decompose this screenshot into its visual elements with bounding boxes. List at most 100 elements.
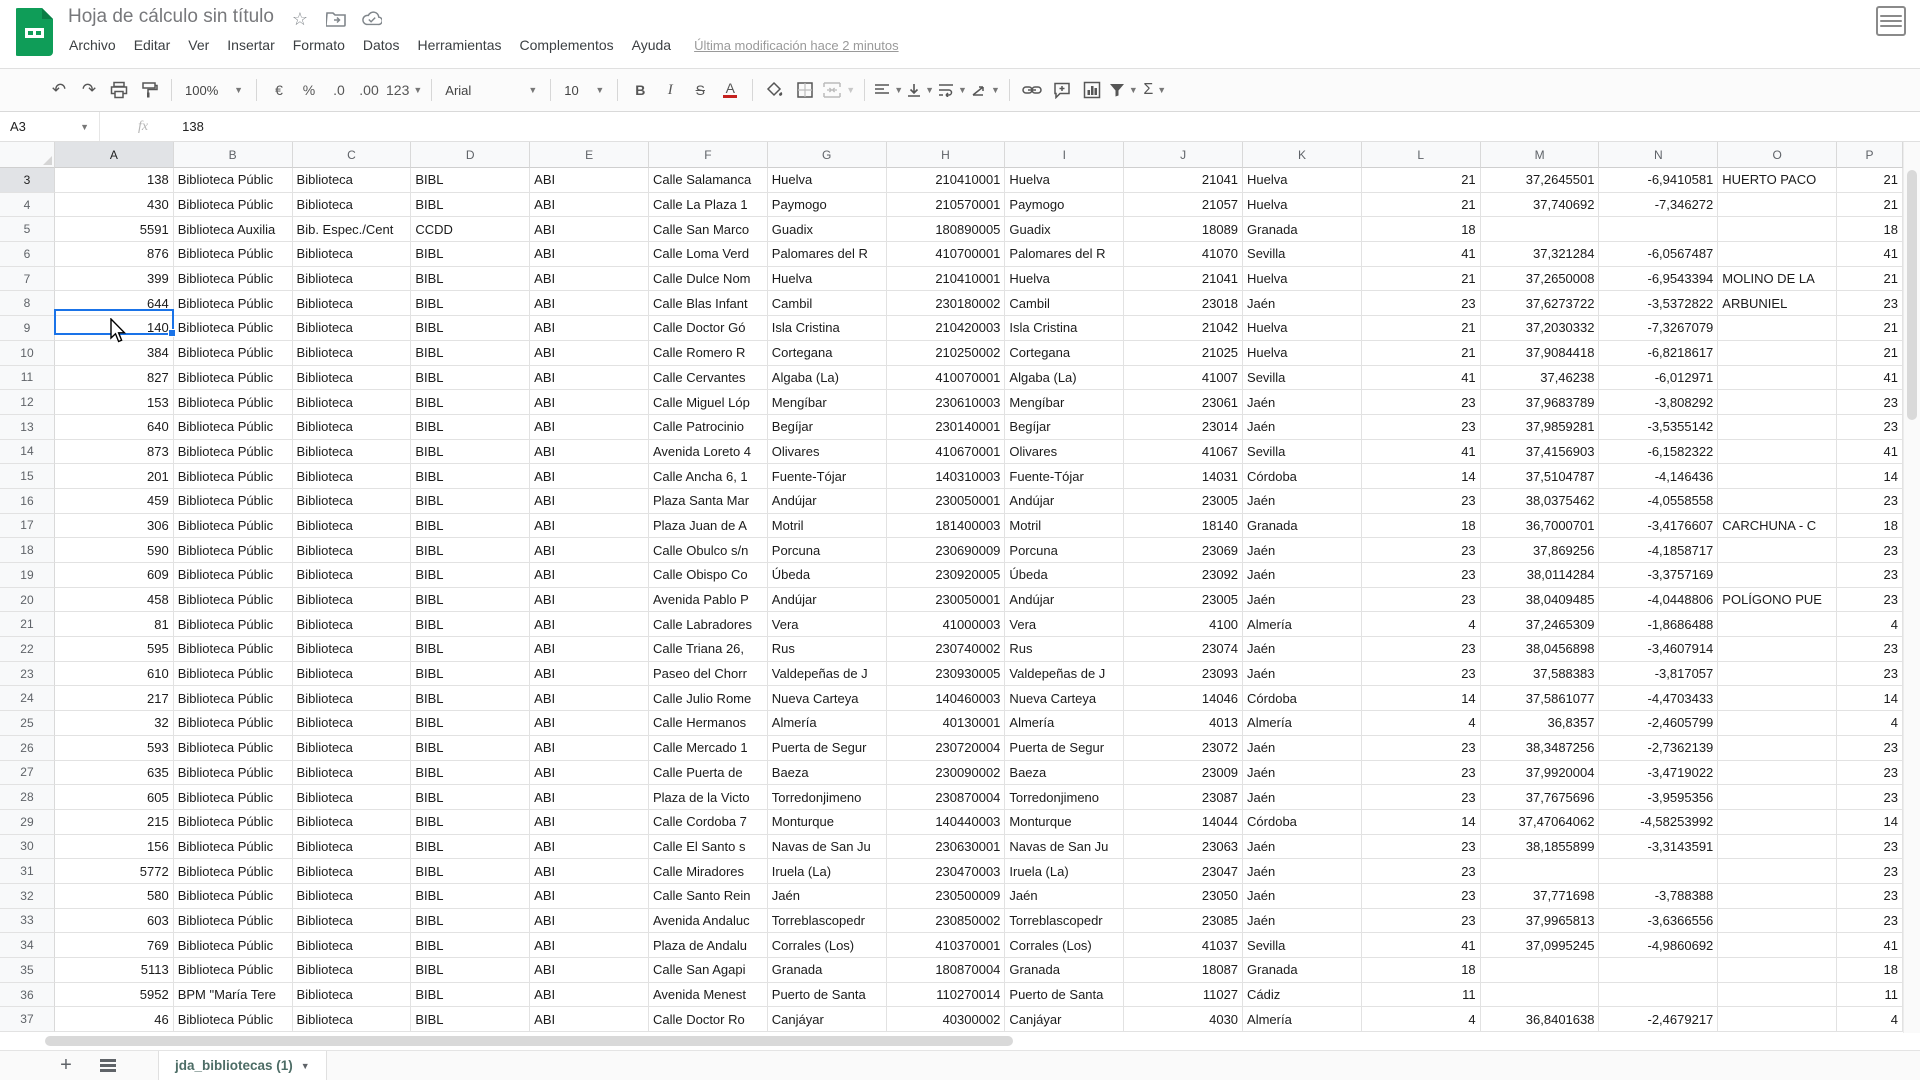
cell-O36[interactable]	[1718, 983, 1837, 1008]
cell-F20[interactable]: Avenida Pablo P	[649, 588, 768, 613]
cell-B32[interactable]: Biblioteca Públic	[174, 884, 293, 909]
cell-G27[interactable]: Baeza	[768, 761, 887, 786]
cell-B25[interactable]: Biblioteca Públic	[174, 711, 293, 736]
row-header-11[interactable]: 11	[0, 366, 55, 391]
cell-B11[interactable]: Biblioteca Públic	[174, 366, 293, 391]
cell-M21[interactable]: 37,2465309	[1481, 612, 1600, 637]
cell-O13[interactable]	[1718, 415, 1837, 440]
cell-E12[interactable]: ABI	[530, 390, 649, 415]
cell-H13[interactable]: 230140001	[887, 415, 1006, 440]
cell-G7[interactable]: Huelva	[768, 267, 887, 292]
cell-P7[interactable]: 21	[1837, 267, 1903, 292]
cell-D18[interactable]: BIBL	[411, 538, 530, 563]
menu-datos[interactable]: Datos	[354, 33, 409, 57]
cell-C23[interactable]: Biblioteca	[293, 662, 412, 687]
cell-G5[interactable]: Guadix	[768, 217, 887, 242]
cell-K21[interactable]: Almería	[1243, 612, 1362, 637]
row-header-4[interactable]: 4	[0, 193, 55, 218]
cell-J3[interactable]: 21041	[1124, 168, 1243, 193]
cell-K17[interactable]: Granada	[1243, 514, 1362, 539]
cell-E8[interactable]: ABI	[530, 291, 649, 316]
cell-L29[interactable]: 14	[1362, 810, 1481, 835]
cell-C12[interactable]: Biblioteca	[293, 390, 412, 415]
cell-O5[interactable]	[1718, 217, 1837, 242]
cell-B13[interactable]: Biblioteca Públic	[174, 415, 293, 440]
cell-E13[interactable]: ABI	[530, 415, 649, 440]
cell-H4[interactable]: 210570001	[887, 193, 1006, 218]
row-header-26[interactable]: 26	[0, 736, 55, 761]
row-header-37[interactable]: 37	[0, 1007, 55, 1032]
cell-E5[interactable]: ABI	[530, 217, 649, 242]
row-header-23[interactable]: 23	[0, 662, 55, 687]
cell-G13[interactable]: Begíjar	[768, 415, 887, 440]
cell-F32[interactable]: Calle Santo Rein	[649, 884, 768, 909]
cell-D23[interactable]: BIBL	[411, 662, 530, 687]
menu-ver[interactable]: Ver	[179, 33, 218, 57]
cell-G18[interactable]: Porcuna	[768, 538, 887, 563]
cell-A6[interactable]: 876	[55, 242, 174, 267]
cell-O25[interactable]	[1718, 711, 1837, 736]
cell-B20[interactable]: Biblioteca Públic	[174, 588, 293, 613]
cell-G21[interactable]: Vera	[768, 612, 887, 637]
cell-G26[interactable]: Puerta de Segur	[768, 736, 887, 761]
cell-B21[interactable]: Biblioteca Públic	[174, 612, 293, 637]
cell-F14[interactable]: Avenida Loreto 4	[649, 440, 768, 465]
cell-H14[interactable]: 410670001	[887, 440, 1006, 465]
bold-button[interactable]: B	[627, 76, 653, 104]
cell-F27[interactable]: Calle Puerta de	[649, 761, 768, 786]
cell-L12[interactable]: 23	[1362, 390, 1481, 415]
decrease-decimals-button[interactable]: .0	[326, 76, 352, 104]
cell-I12[interactable]: Mengíbar	[1005, 390, 1124, 415]
cell-K27[interactable]: Jaén	[1243, 761, 1362, 786]
cell-E10[interactable]: ABI	[530, 341, 649, 366]
cell-I7[interactable]: Huelva	[1005, 267, 1124, 292]
cell-H9[interactable]: 210420003	[887, 316, 1006, 341]
cell-D28[interactable]: BIBL	[411, 785, 530, 810]
cell-E4[interactable]: ABI	[530, 193, 649, 218]
cell-E18[interactable]: ABI	[530, 538, 649, 563]
cell-N22[interactable]: -3,4607914	[1599, 637, 1718, 662]
cell-H24[interactable]: 140460003	[887, 686, 1006, 711]
cell-D31[interactable]: BIBL	[411, 859, 530, 884]
cell-J29[interactable]: 14044	[1124, 810, 1243, 835]
column-header-I[interactable]: I	[1005, 142, 1124, 168]
cell-F18[interactable]: Calle Obulco s/n	[649, 538, 768, 563]
cell-E34[interactable]: ABI	[530, 933, 649, 958]
cell-K36[interactable]: Cádiz	[1243, 983, 1362, 1008]
cell-L32[interactable]: 23	[1362, 884, 1481, 909]
fill-color-button[interactable]	[762, 76, 788, 104]
cell-J37[interactable]: 4030	[1124, 1007, 1243, 1032]
cell-A25[interactable]: 32	[55, 711, 174, 736]
cell-H19[interactable]: 230920005	[887, 563, 1006, 588]
cell-D8[interactable]: BIBL	[411, 291, 530, 316]
cell-A34[interactable]: 769	[55, 933, 174, 958]
cell-N13[interactable]: -3,5355142	[1599, 415, 1718, 440]
cell-L13[interactable]: 23	[1362, 415, 1481, 440]
row-header-15[interactable]: 15	[0, 464, 55, 489]
cell-F22[interactable]: Calle Triana 26,	[649, 637, 768, 662]
row-header-7[interactable]: 7	[0, 267, 55, 292]
cell-L34[interactable]: 41	[1362, 933, 1481, 958]
row-header-13[interactable]: 13	[0, 415, 55, 440]
cell-B17[interactable]: Biblioteca Públic	[174, 514, 293, 539]
cell-F33[interactable]: Avenida Andaluc	[649, 909, 768, 934]
cell-A14[interactable]: 873	[55, 440, 174, 465]
cell-B31[interactable]: Biblioteca Públic	[174, 859, 293, 884]
cell-N34[interactable]: -4,9860692	[1599, 933, 1718, 958]
cell-J9[interactable]: 21042	[1124, 316, 1243, 341]
cell-E27[interactable]: ABI	[530, 761, 649, 786]
cell-L9[interactable]: 21	[1362, 316, 1481, 341]
cell-O32[interactable]	[1718, 884, 1837, 909]
cell-B28[interactable]: Biblioteca Públic	[174, 785, 293, 810]
cell-P36[interactable]: 11	[1837, 983, 1903, 1008]
cell-O14[interactable]	[1718, 440, 1837, 465]
cell-L31[interactable]: 23	[1362, 859, 1481, 884]
cell-G29[interactable]: Monturque	[768, 810, 887, 835]
cell-J18[interactable]: 23069	[1124, 538, 1243, 563]
cell-M35[interactable]	[1481, 958, 1600, 983]
cell-K16[interactable]: Jaén	[1243, 489, 1362, 514]
cell-L20[interactable]: 23	[1362, 588, 1481, 613]
cell-J13[interactable]: 23014	[1124, 415, 1243, 440]
cell-O12[interactable]	[1718, 390, 1837, 415]
cell-E22[interactable]: ABI	[530, 637, 649, 662]
